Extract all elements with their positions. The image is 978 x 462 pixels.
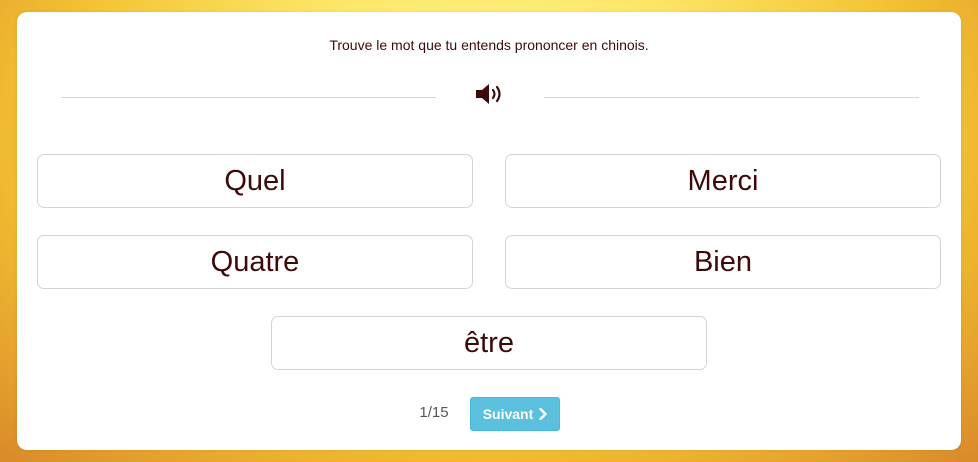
chevron-right-icon [539,408,547,420]
speaker-volume-icon [476,84,501,104]
choice-etre[interactable]: être [271,316,707,370]
choice-quatre[interactable]: Quatre [37,235,473,289]
progress-counter: 1/15 [419,404,449,421]
divider-right [544,97,919,98]
choice-quel[interactable]: Quel [37,154,473,208]
choice-bien[interactable]: Bien [505,235,941,289]
choice-merci[interactable]: Merci [505,154,941,208]
next-button-label: Suivant [482,406,534,422]
quiz-card: Trouve le mot que tu entends prononcer e… [17,12,961,450]
play-audio-button[interactable] [472,81,506,107]
next-button[interactable]: Suivant [470,397,560,431]
divider-left [61,97,436,98]
instruction-text: Trouve le mot que tu entends prononcer e… [329,37,649,53]
